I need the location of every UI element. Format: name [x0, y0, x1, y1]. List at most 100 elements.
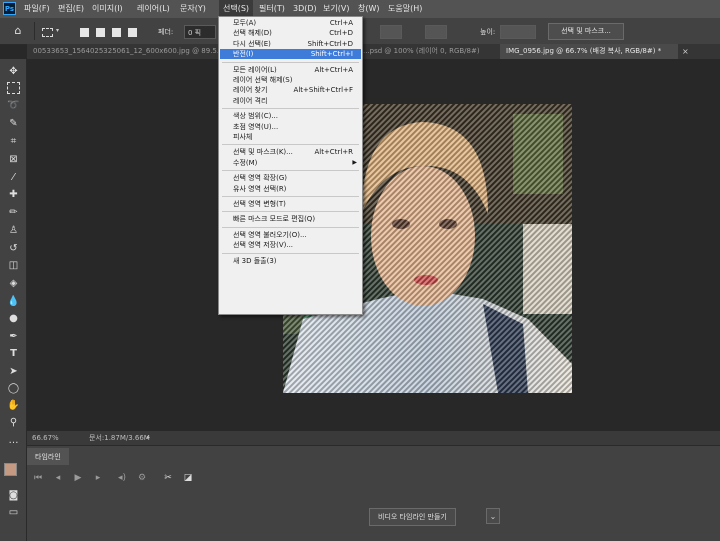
- home-icon[interactable]: ⌂: [12, 25, 24, 37]
- clone-stamp-tool-icon[interactable]: ♙: [6, 224, 21, 238]
- select-and-mask-button[interactable]: 선택 및 마스크...: [548, 23, 624, 40]
- chevron-down-icon[interactable]: ▾: [56, 27, 59, 34]
- blur-tool-icon[interactable]: 💧: [6, 295, 21, 309]
- menu-help[interactable]: 도움말(H): [388, 0, 422, 18]
- new-selection-icon[interactable]: [80, 28, 89, 37]
- audio-icon[interactable]: ◂): [115, 471, 129, 485]
- menu-item-label: 초점 영역(U)...: [233, 122, 279, 131]
- subtract-selection-icon[interactable]: [112, 28, 121, 37]
- select-menu-item[interactable]: 레이어 격리: [220, 96, 361, 106]
- play-icon[interactable]: ▶: [71, 471, 85, 485]
- select-menu-item[interactable]: 레이어 선택 해제(S): [220, 75, 361, 85]
- menu-image[interactable]: 이미지(I): [92, 0, 123, 18]
- dodge-tool-icon[interactable]: ●: [6, 312, 21, 326]
- lasso-tool-icon[interactable]: ➰: [6, 99, 21, 113]
- submenu-arrow-icon: ▶: [352, 158, 357, 166]
- zoom-tool-icon[interactable]: ⚲: [6, 416, 21, 430]
- menu-item-label: 선택 해제(D): [233, 29, 272, 38]
- tab-document-2[interactable]: ...psd @ 100% (레이어 0, RGB/8#): [357, 44, 497, 59]
- menu-separator: [222, 196, 359, 197]
- eraser-tool-icon[interactable]: ◫: [6, 259, 21, 273]
- chevron-right-icon[interactable]: ▸: [147, 431, 150, 445]
- timeline-panel-header: 타임라인: [27, 445, 720, 466]
- crop-tool-icon[interactable]: ⌗: [6, 135, 21, 149]
- add-selection-icon[interactable]: [96, 28, 105, 37]
- foreground-color-swatch[interactable]: [4, 463, 17, 476]
- select-menu-item[interactable]: 유사 영역 선택(R): [220, 184, 361, 194]
- move-tool-icon[interactable]: ✥: [6, 65, 21, 79]
- path-selection-tool-icon[interactable]: ➤: [6, 365, 21, 379]
- create-video-timeline-button[interactable]: 비디오 타임라인 만들기: [369, 508, 456, 526]
- style-dropdown[interactable]: [380, 25, 402, 39]
- select-menu-item[interactable]: 수정(M) ▶: [220, 158, 361, 168]
- eyedropper-tool-icon[interactable]: ⁄: [6, 171, 21, 185]
- menu-separator: [222, 61, 359, 63]
- timeline-body: 비디오 타임라인 만들기 ⌄: [27, 491, 720, 541]
- select-menu-item[interactable]: 반전(I) Shift+Ctrl+I: [220, 49, 361, 60]
- select-menu-item[interactable]: 레이어 찾기 Alt+Shift+Ctrl+F: [220, 85, 361, 95]
- menu-item-label: 레이어 선택 해제(S): [233, 76, 293, 84]
- select-menu-item[interactable]: 선택 및 마스크(K)... Alt+Ctrl+R: [220, 147, 361, 157]
- zoom-level[interactable]: 66.67%: [32, 431, 59, 445]
- select-menu-item[interactable]: 빠른 마스크 모드로 편집(Q): [220, 214, 361, 224]
- tab-document-active[interactable]: IMG_0956.jpg @ 66.7% (배경 복사, RGB/8#) *: [500, 44, 678, 59]
- select-menu-item[interactable]: 다시 선택(E) Shift+Ctrl+D: [220, 39, 361, 49]
- frame-tool-icon[interactable]: ⊠: [6, 153, 21, 167]
- select-menu-item[interactable]: 선택 영역 변형(T): [220, 199, 361, 209]
- chevron-down-icon[interactable]: ⌄: [486, 508, 500, 524]
- feather-label: 페더:: [158, 28, 174, 36]
- menu-item-label: 다시 선택(E): [233, 39, 271, 48]
- height-input[interactable]: [500, 25, 536, 39]
- marquee-tool-icon[interactable]: [7, 82, 20, 94]
- brush-tool-icon[interactable]: ✏: [6, 206, 21, 220]
- menu-item-label: 선택 및 마스크(K)...: [233, 148, 293, 157]
- select-menu-item[interactable]: 모든 레이어(L) Alt+Ctrl+A: [220, 65, 361, 75]
- select-menu-item[interactable]: 색상 범위(C)...: [220, 111, 361, 121]
- menu-edit[interactable]: 편집(E): [58, 0, 84, 18]
- menu-item-label: 새 3D 돌출(3): [233, 256, 277, 265]
- select-menu-item[interactable]: 모두(A) Ctrl+A: [220, 18, 361, 28]
- marquee-preset-icon[interactable]: [42, 28, 53, 37]
- next-frame-icon[interactable]: ▸: [91, 471, 105, 485]
- menu-type[interactable]: 문자(Y): [180, 0, 206, 18]
- menu-item-label: 선택 영역 저장(V)...: [233, 241, 294, 250]
- canvas-area[interactable]: [27, 59, 720, 431]
- quick-mask-icon[interactable]: ◙: [6, 489, 21, 503]
- close-tab-icon[interactable]: ×: [682, 47, 689, 56]
- menu-separator: [222, 170, 359, 172]
- select-menu-item[interactable]: 선택 영역 저장(V)...: [220, 240, 361, 250]
- settings-icon[interactable]: ⚙: [135, 471, 149, 485]
- screen-mode-icon[interactable]: ▭: [6, 506, 21, 520]
- menu-layer[interactable]: 레이어(L): [137, 0, 170, 18]
- type-tool-icon[interactable]: T: [6, 347, 21, 361]
- intersect-selection-icon[interactable]: [128, 28, 137, 37]
- quick-selection-tool-icon[interactable]: ✎: [6, 117, 21, 131]
- transition-icon[interactable]: ◪: [181, 471, 195, 485]
- history-brush-tool-icon[interactable]: ↺: [6, 242, 21, 256]
- menu-item-shortcut: Shift+Ctrl+I: [310, 50, 353, 59]
- menu-item-label: 선택 영역 불러오기(O)...: [233, 230, 307, 239]
- healing-brush-tool-icon[interactable]: ✚: [6, 188, 21, 202]
- document-size[interactable]: 문서:1.87M/3.66M: [89, 431, 150, 445]
- select-menu-item[interactable]: 초점 영역(U)...: [220, 122, 361, 132]
- width-input[interactable]: [425, 25, 447, 39]
- pen-tool-icon[interactable]: ✒: [6, 330, 21, 344]
- tab-document-1[interactable]: 00533653_1564025325061_12_600x600.jpg @ …: [27, 44, 227, 59]
- select-menu-item[interactable]: 선택 해제(D) Ctrl+D: [220, 28, 361, 38]
- previous-frame-icon[interactable]: ◂: [51, 471, 65, 485]
- menu-item-label: 수정(M): [233, 158, 258, 167]
- ellipse-tool-icon[interactable]: ◯: [6, 382, 21, 396]
- first-frame-icon[interactable]: ⏮: [31, 471, 45, 485]
- tab-timeline[interactable]: 타임라인: [27, 448, 69, 466]
- split-icon[interactable]: ✂: [161, 471, 175, 485]
- select-menu-item[interactable]: 선택 영역 불러오기(O)...: [220, 230, 361, 240]
- select-menu-item[interactable]: 피사체: [220, 132, 361, 142]
- select-menu-item[interactable]: 선택 영역 확장(G): [220, 173, 361, 183]
- more-tools-icon[interactable]: …: [6, 434, 21, 448]
- hand-tool-icon[interactable]: ✋: [6, 399, 21, 413]
- select-menu-item[interactable]: 새 3D 돌출(3): [220, 256, 361, 266]
- menu-item-label: 빠른 마스크 모드로 편집(Q): [233, 215, 316, 224]
- menu-file[interactable]: 파일(F): [24, 0, 50, 18]
- paint-bucket-tool-icon[interactable]: ◈: [6, 277, 21, 291]
- feather-input[interactable]: 0 픽: [184, 25, 216, 39]
